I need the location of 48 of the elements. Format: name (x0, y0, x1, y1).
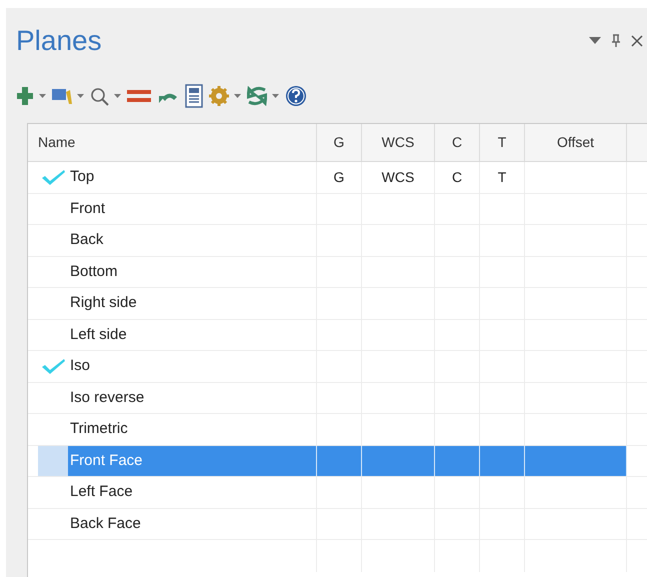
table-cell[interactable]: Right side (68, 288, 316, 318)
table-row[interactable]: Right side (28, 288, 647, 320)
table-cell: C (435, 162, 480, 192)
dropdown-caret-icon[interactable] (272, 94, 279, 98)
table-row[interactable]: Left side (28, 320, 647, 351)
help-button[interactable] (285, 85, 307, 107)
refresh-arrows-icon[interactable] (247, 86, 267, 106)
column-header[interactable]: G (317, 124, 362, 161)
table-row[interactable]: Back Face (28, 508, 647, 540)
column-header[interactable]: C (435, 124, 480, 161)
close-icon[interactable] (631, 35, 643, 47)
table-row[interactable]: Trimetric (28, 414, 647, 446)
table-row[interactable]: Left Face (28, 477, 647, 508)
equals-icon[interactable] (127, 87, 151, 105)
table-cell[interactable]: Left Face (68, 477, 316, 508)
dropdown-caret-icon[interactable] (77, 94, 84, 98)
table-row[interactable]: Iso reverse (28, 382, 647, 414)
table-cell[interactable]: Iso reverse (68, 382, 316, 413)
gear-icon[interactable] (209, 86, 229, 106)
plus-icon[interactable] (16, 86, 34, 106)
table-cell[interactable]: Back Face (68, 508, 316, 539)
column-header[interactable]: WCS (362, 124, 435, 161)
dropdown-caret-icon[interactable] (39, 94, 46, 98)
table-row[interactable]: Top G WCS C T (28, 162, 647, 194)
table-row[interactable]: Back (28, 225, 647, 256)
table-cell[interactable]: Top (68, 162, 316, 192)
panel-title: Planes (16, 24, 102, 58)
table-cell[interactable]: Back (68, 225, 316, 256)
table-cell: WCS (362, 162, 435, 192)
column-header[interactable]: Offset (525, 124, 627, 161)
table-row[interactable]: Front (28, 194, 647, 225)
search-icon[interactable] (90, 86, 109, 106)
table-cell[interactable]: Front (68, 194, 316, 224)
pin-icon[interactable] (611, 34, 621, 48)
flag-icon[interactable] (52, 86, 72, 106)
table-row[interactable]: Iso (28, 351, 647, 382)
table-cell[interactable]: Trimetric (68, 414, 316, 444)
dropdown-arrow-icon[interactable] (589, 37, 601, 45)
table-cell: G (317, 162, 362, 192)
table-cell[interactable]: Iso (68, 351, 316, 382)
dropdown-caret-icon[interactable] (114, 94, 121, 98)
table-cell[interactable]: Left side (68, 320, 316, 350)
column-header[interactable]: T (480, 124, 525, 161)
table-row[interactable]: Bottom (28, 256, 647, 288)
dropdown-caret-icon[interactable] (234, 94, 241, 98)
column-header[interactable]: Name (28, 124, 317, 161)
table-cell[interactable]: Bottom (68, 256, 316, 287)
table-cell: T (480, 162, 525, 192)
